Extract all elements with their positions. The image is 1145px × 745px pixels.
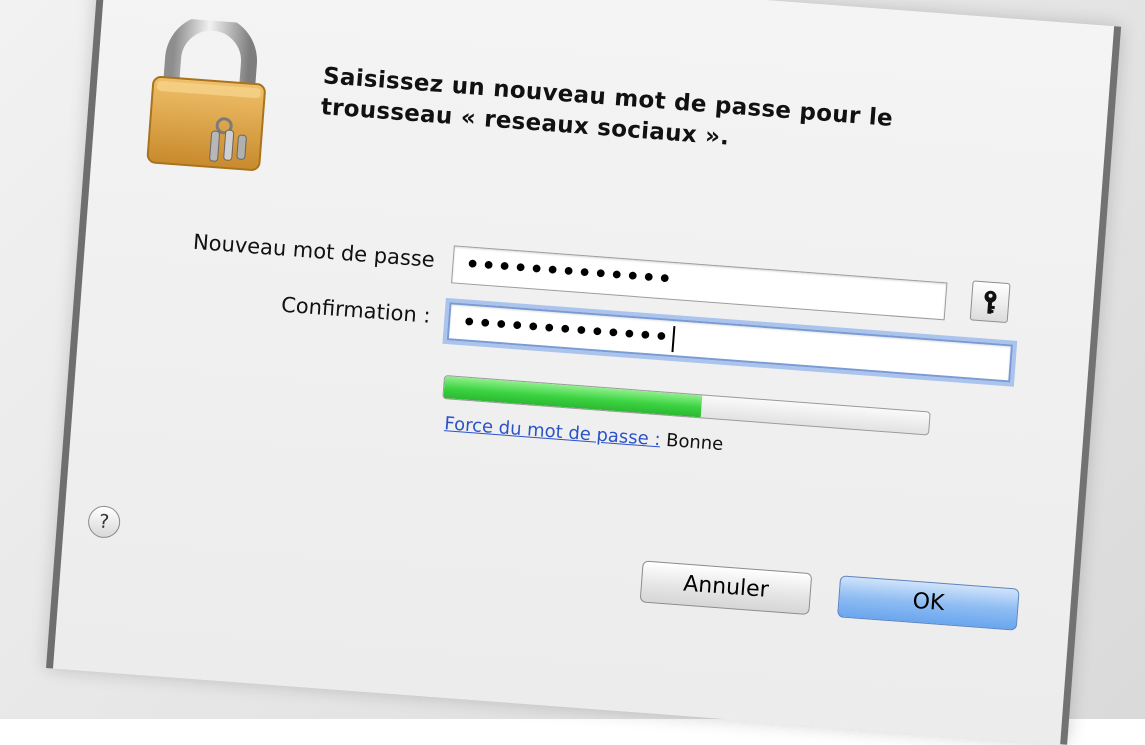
padlock-keychain-icon: [141, 14, 277, 175]
key-icon: [981, 290, 998, 314]
confirmation-label: Confirmation :: [280, 292, 432, 328]
dialog-prompt: Saisissez un nouveau mot de passe pour l…: [320, 61, 1023, 175]
new-password-label: Nouveau mot de passe: [192, 229, 436, 272]
confirmation-value: •••••••••••••: [461, 310, 672, 351]
cancel-button[interactable]: Annuler: [639, 560, 813, 616]
question-mark-icon: ?: [98, 510, 110, 534]
keychain-password-dialog: Saisissez un nouveau mot de passe pour l…: [46, 0, 1122, 745]
password-strength-value: Bonne: [665, 429, 725, 456]
ok-button[interactable]: OK: [837, 575, 1020, 631]
text-caret: [671, 326, 676, 353]
password-strength-row: Force du mot de passe : Bonne: [444, 413, 724, 455]
help-button[interactable]: ?: [86, 504, 122, 540]
new-password-value: •••••••••••••: [464, 252, 675, 293]
password-assistant-button[interactable]: [969, 280, 1011, 324]
password-strength-fill: [443, 376, 702, 418]
password-strength-link[interactable]: Force du mot de passe :: [444, 413, 662, 450]
